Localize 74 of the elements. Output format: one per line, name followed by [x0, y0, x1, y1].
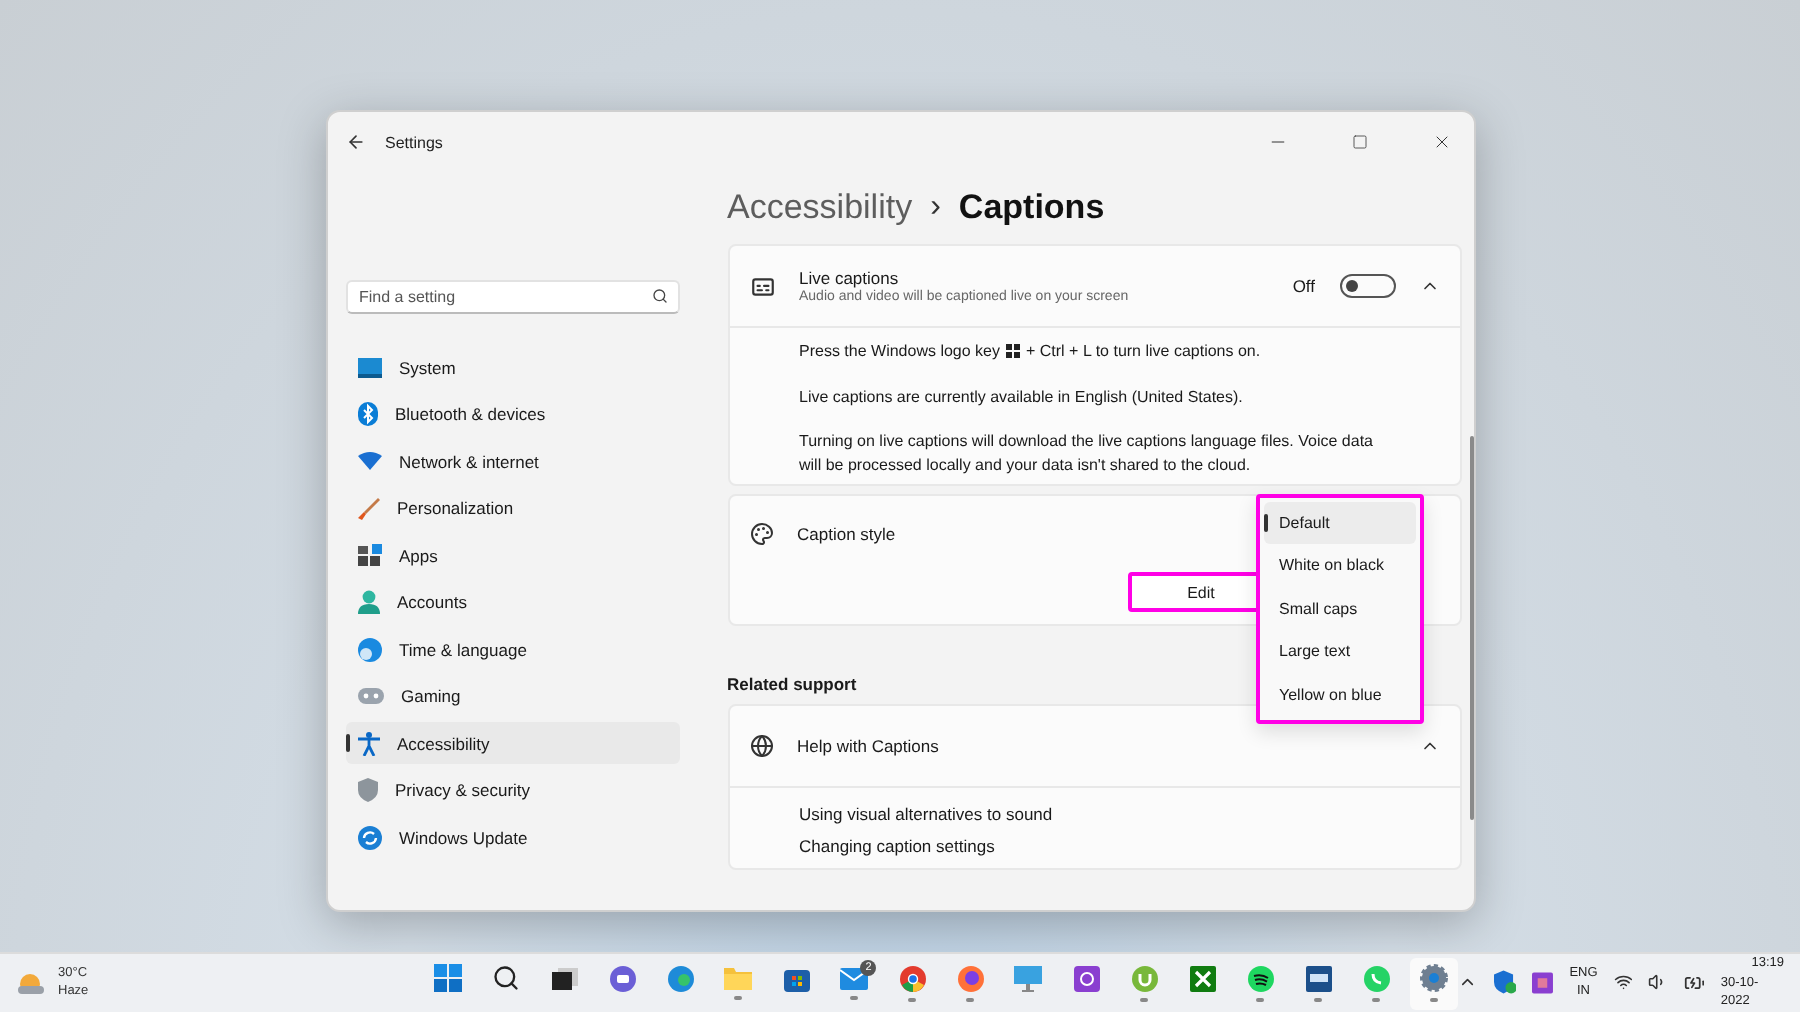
volume-icon[interactable]	[1648, 972, 1668, 993]
toggle-label: Off	[1292, 276, 1315, 296]
sidebar-item[interactable]: Bluetooth & devices	[345, 393, 679, 435]
palette-icon	[749, 522, 773, 547]
brush-icon	[357, 497, 379, 519]
breadcrumb-separator: ›	[930, 190, 941, 226]
battery-icon[interactable]	[1683, 971, 1705, 994]
back-button[interactable]	[345, 132, 365, 152]
scrollbar[interactable]	[1469, 436, 1473, 820]
sidebar-item[interactable]: Personalization	[345, 487, 679, 529]
globe-clock-icon	[357, 637, 381, 661]
envelope-icon	[840, 967, 869, 989]
help-link[interactable]: Using visual alternatives to sound	[799, 804, 1389, 825]
sound-bars-circle-icon	[1247, 965, 1274, 991]
menu-option[interactable]: Large text	[1263, 631, 1415, 672]
info-paragraph: Press the Windows logo key + Ctrl + L to turn live captions on.	[799, 340, 1263, 364]
apps-icon	[357, 544, 381, 566]
x-tile-icon	[1189, 965, 1216, 991]
setting-title: Help with Captions	[797, 736, 941, 757]
sidebar-item[interactable]: System	[345, 346, 679, 388]
gamepad-icon	[357, 688, 383, 704]
accessibility-person-icon	[357, 731, 379, 755]
close-icon	[1432, 132, 1452, 152]
settings-icon	[1420, 964, 1449, 992]
help-link[interactable]: Changing caption settings	[799, 836, 1389, 857]
info-paragraph: Turning on live captions will download the live captions language files. Voice data will be processed locally and your data isn't shared to the cloud.	[799, 430, 1375, 477]
monitor-icon	[1014, 965, 1043, 991]
folder-icon	[724, 966, 753, 990]
menu-option[interactable]: Yellow on blue	[1263, 674, 1415, 715]
toggle-switch[interactable]	[1339, 274, 1395, 298]
breadcrumb-link[interactable]: Accessibility	[727, 188, 913, 228]
wave-circle-icon	[667, 965, 694, 991]
search-icon	[651, 288, 667, 304]
windows-logo-icon	[434, 964, 463, 992]
window-tile-icon	[1305, 965, 1332, 991]
info-paragraph: Live captions are currently available in English (United States).	[799, 385, 1245, 409]
sidebar-item[interactable]: Windows Update	[345, 816, 679, 858]
arrow-left-icon	[345, 132, 365, 152]
chat-bubble-icon	[609, 965, 636, 991]
sidebar-item[interactable]: Network & internet	[345, 440, 679, 482]
flame-circle-icon	[957, 965, 984, 991]
shopping-bag-icon	[783, 965, 810, 991]
u-circle-icon	[1131, 965, 1158, 991]
maximize-icon	[1352, 134, 1368, 150]
wifi-icon	[357, 452, 381, 470]
windows-key-icon	[1006, 344, 1020, 358]
search-field[interactable]: Find a setting	[345, 280, 679, 314]
page-title: Captions	[958, 188, 1105, 228]
task-view-icon	[551, 967, 578, 989]
bluetooth-icon	[357, 402, 377, 426]
sidebar-item[interactable]: Accounts	[345, 581, 679, 623]
search-icon	[492, 964, 521, 992]
sidebar-item[interactable]: Privacy & security	[345, 769, 679, 811]
window-title: Settings	[385, 133, 445, 151]
app-tile-icon[interactable]	[1532, 971, 1554, 994]
section-heading: Related support	[727, 674, 857, 695]
setting-title: Live captions	[799, 268, 901, 288]
person-icon	[357, 590, 379, 614]
app-tile-icon	[1073, 965, 1100, 991]
sidebar-item[interactable]: Gaming	[345, 675, 679, 717]
sidebar-item[interactable]: Apps	[345, 534, 679, 576]
setting-title: Caption style	[797, 524, 898, 545]
shield-check-icon[interactable]	[1493, 970, 1517, 995]
captions-icon	[749, 273, 775, 299]
monitor-icon	[357, 357, 381, 377]
shield-icon	[357, 778, 377, 802]
sidebar-item[interactable]: Time & language	[345, 628, 679, 670]
globe-icon	[749, 734, 773, 759]
sidebar-item[interactable]: Accessibility	[345, 722, 679, 764]
menu-option[interactable]: Default	[1263, 502, 1415, 543]
sun-cloud-icon	[16, 971, 46, 995]
phone-bubble-icon	[1363, 965, 1390, 991]
sync-icon	[357, 825, 381, 849]
tricolor-circle-icon	[899, 965, 926, 991]
